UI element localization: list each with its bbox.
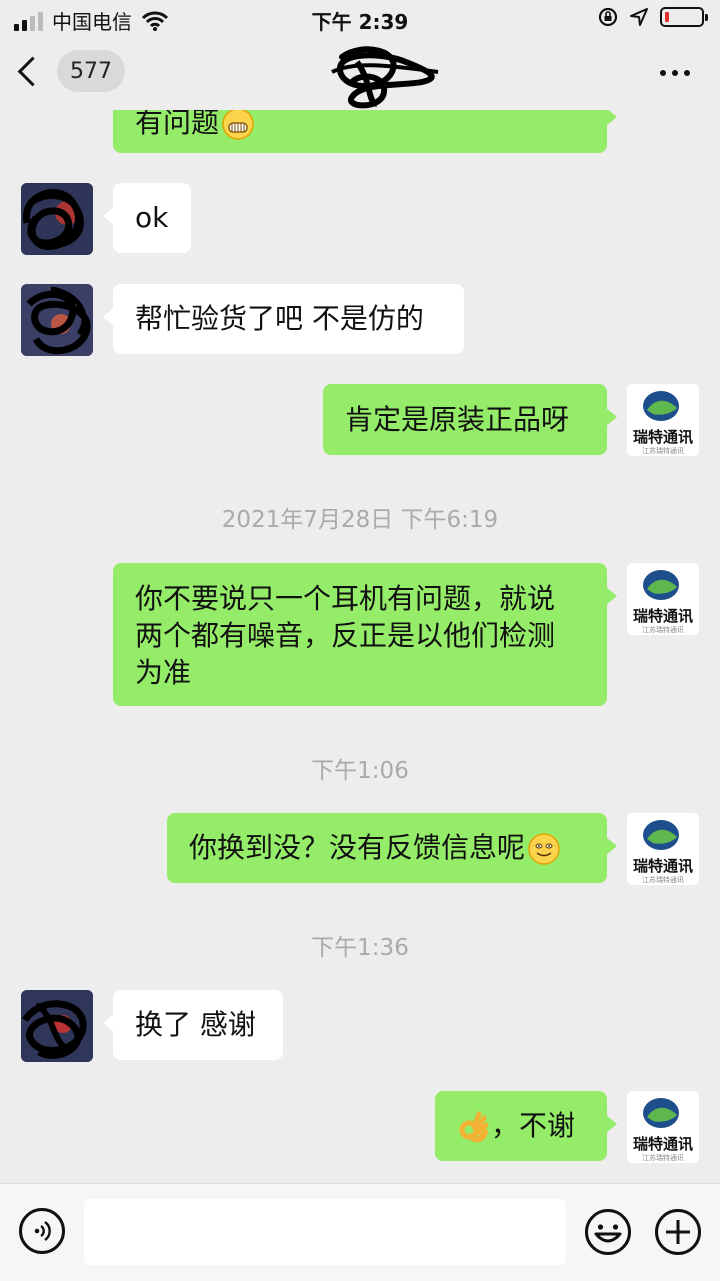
shop-tagline: 江苏瑞特通讯 bbox=[642, 625, 684, 634]
plus-button[interactable] bbox=[654, 1208, 702, 1256]
timestamp: 下午1:06 bbox=[311, 758, 409, 784]
input-bar bbox=[0, 1183, 720, 1281]
shop-tagline: 江苏瑞特通讯 bbox=[642, 446, 684, 455]
chat-area[interactable]: 有问题 ok 帮忙验货了吧 不是仿的 肯定是原装正品呀 瑞特通讯 江苏瑞特通讯 … bbox=[0, 0, 720, 1183]
shop-avatar[interactable]: 瑞特通讯 江苏瑞特通讯 bbox=[627, 563, 699, 635]
voice-button[interactable] bbox=[19, 1208, 65, 1254]
emoji-button[interactable] bbox=[584, 1208, 632, 1256]
shop-name: 瑞特通讯 bbox=[633, 857, 693, 875]
message-bubble[interactable]: 换了 感谢 bbox=[103, 990, 283, 1060]
shop-avatar[interactable]: 瑞特通讯 江苏瑞特通讯 bbox=[627, 1091, 699, 1163]
shop-tagline: 江苏瑞特通讯 bbox=[642, 1153, 684, 1162]
nav-bar: 577 bbox=[0, 36, 720, 110]
message-bubble[interactable]: ok bbox=[103, 183, 191, 253]
contact-avatar[interactable] bbox=[21, 990, 93, 1062]
shop-tagline: 江苏瑞特通讯 bbox=[642, 875, 684, 884]
contact-avatar[interactable] bbox=[21, 284, 93, 356]
unread-count-badge: 577 bbox=[57, 50, 125, 92]
message-bubble[interactable]: 帮忙验货了吧 不是仿的 bbox=[103, 284, 464, 354]
grinning-emoji-icon bbox=[222, 108, 254, 140]
timestamp: 下午1:36 bbox=[311, 935, 409, 961]
message-input[interactable] bbox=[84, 1199, 566, 1265]
shop-avatar[interactable]: 瑞特通讯 江苏瑞特通讯 bbox=[627, 384, 699, 456]
more-button[interactable] bbox=[660, 70, 690, 76]
message-bubble[interactable]: 肯定是原装正品呀 bbox=[323, 384, 617, 455]
shop-name: 瑞特通讯 bbox=[633, 607, 693, 625]
timestamp: 2021年7月28日 下午6:19 bbox=[221, 507, 499, 533]
chat-title-redacted bbox=[331, 46, 439, 109]
message-bubble[interactable]: 你换到没？没有反馈信息呢 bbox=[167, 813, 617, 883]
more-icon bbox=[660, 70, 666, 76]
ok-hand-emoji-icon bbox=[459, 1111, 489, 1143]
message-bubble[interactable]: ，不谢 bbox=[435, 1091, 617, 1161]
shop-name: 瑞特通讯 bbox=[633, 1135, 693, 1153]
back-icon bbox=[17, 56, 48, 87]
shop-name: 瑞特通讯 bbox=[633, 428, 693, 446]
smiling-emoji-icon bbox=[528, 833, 560, 865]
voice-icon bbox=[34, 1221, 51, 1241]
contact-avatar[interactable] bbox=[21, 183, 93, 255]
back-button[interactable]: 577 bbox=[17, 50, 125, 92]
message-bubble[interactable]: 你不要说只一个耳机有问题，就说 两个都有噪音，反正是以他们检测 为准 bbox=[113, 563, 617, 706]
shop-avatar[interactable]: 瑞特通讯 江苏瑞特通讯 bbox=[627, 813, 699, 885]
